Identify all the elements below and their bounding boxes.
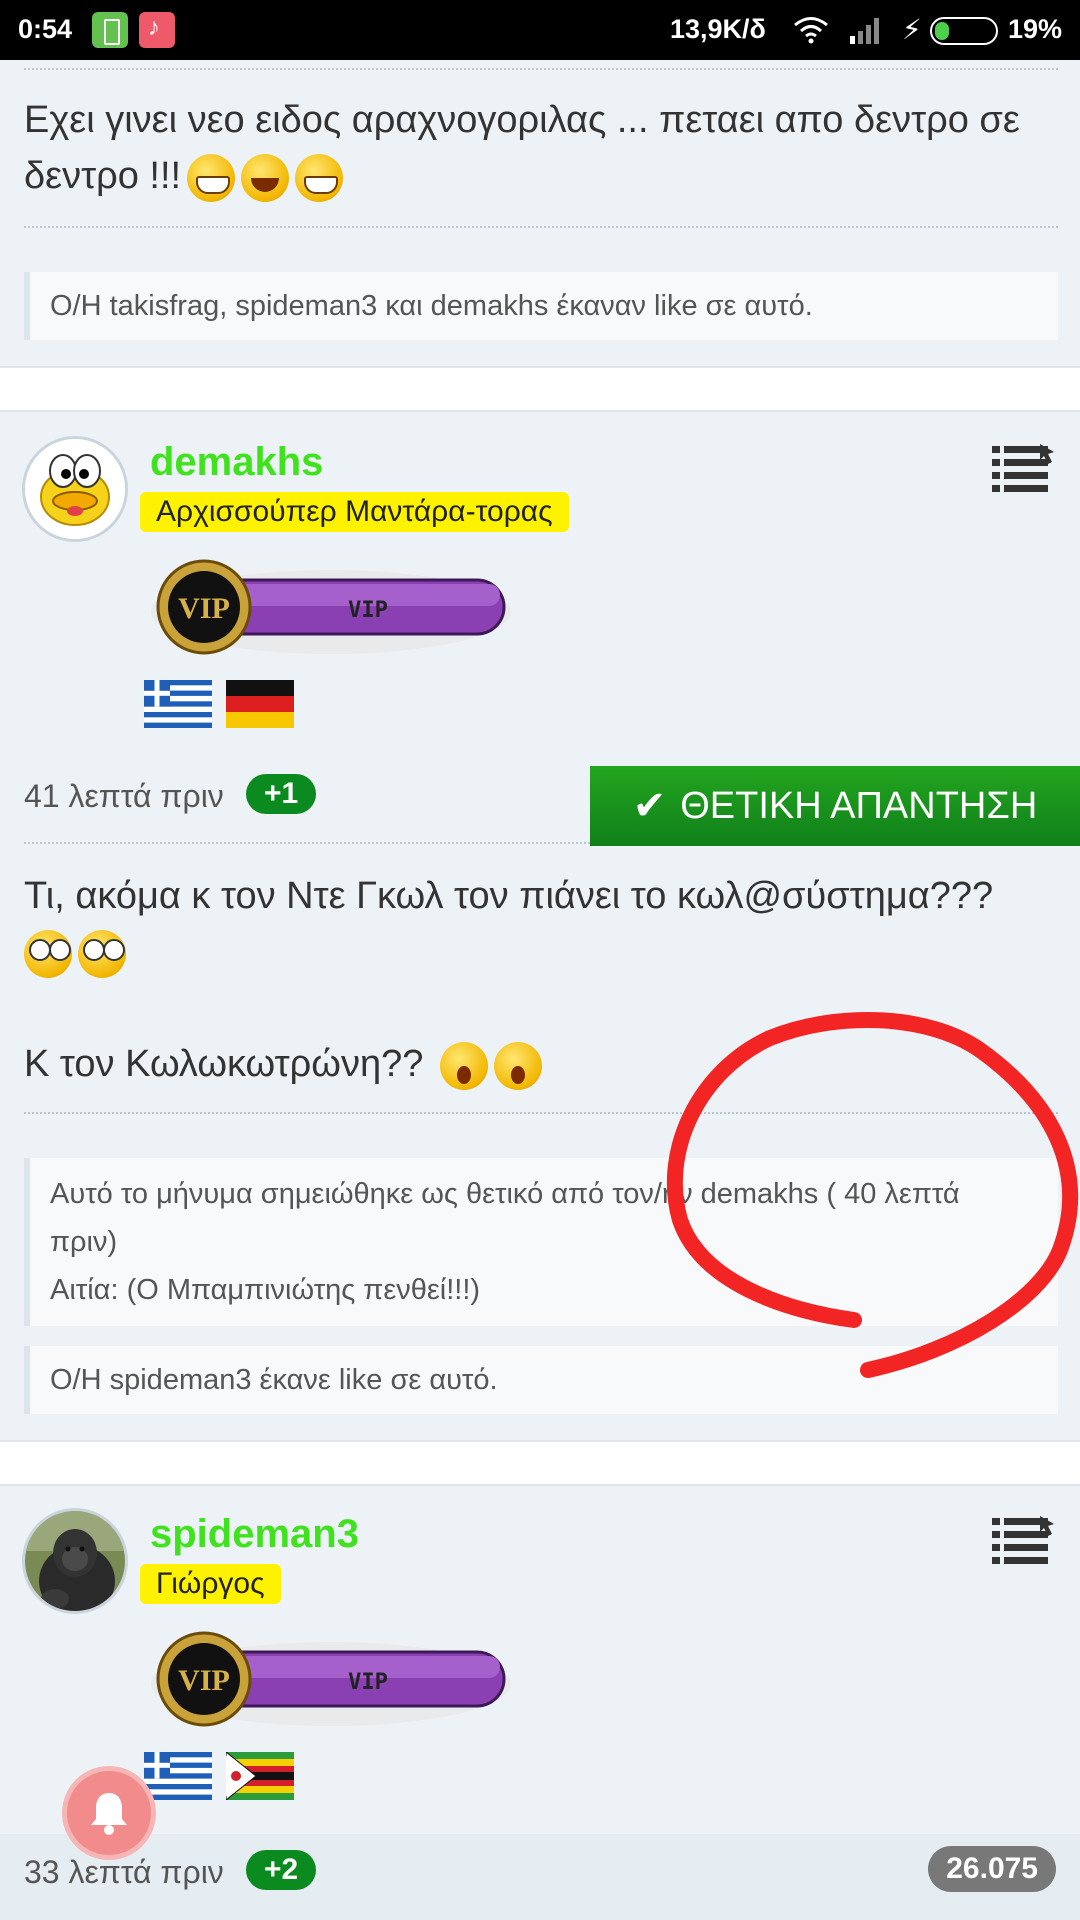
divider <box>24 68 1058 70</box>
charging-icon: ⚡ <box>902 14 922 45</box>
music-app-icon <box>139 12 175 48</box>
vip-badge: VIP VIP <box>151 559 511 655</box>
signal-icon <box>850 18 879 44</box>
bell-icon <box>91 1793 127 1835</box>
likes-text[interactable]: Ο/Η spideman3 έκανε like σε αυτό. <box>50 1364 498 1396</box>
network-speed: 13,9K/δ <box>670 14 766 44</box>
flag-greece-icon <box>144 1752 212 1800</box>
avatar[interactable] <box>22 436 128 542</box>
post-3: spideman3 Γιώργος VIP VIP 33 λεπτά πριν … <box>0 1484 1080 1920</box>
check-icon: ✔ <box>632 784 667 828</box>
svg-text:VIP: VIP <box>178 592 230 625</box>
battery-icon <box>930 17 998 45</box>
vip-badge: VIP VIP <box>151 1631 511 1727</box>
shocked-emoji-icon <box>493 1041 542 1090</box>
post-time: 33 λεπτά πριν <box>24 1854 224 1890</box>
reputation-plus-badge: +2 <box>246 1850 317 1890</box>
divider <box>24 226 1058 228</box>
post-message: Εχει γινει νεο ειδος αραχνογοριλας ... π… <box>24 92 1054 204</box>
svg-text:VIP: VIP <box>348 1670 388 1695</box>
likes-text[interactable]: Ο/Η takisfrag, spideman3 και demakhs έκα… <box>50 290 813 322</box>
notification-bell-button[interactable] <box>62 1766 156 1860</box>
user-title-badge: Αρχισσούπερ Μαντάρα-τορας <box>140 492 569 532</box>
status-bar: 0:54 13,9K/δ ⚡ 19% <box>0 0 1080 60</box>
clock: 0:54 <box>18 14 73 44</box>
avatar[interactable] <box>22 1508 128 1614</box>
duck-avatar-icon <box>25 439 125 539</box>
post-time: 41 λεπτά πριν <box>24 778 224 814</box>
post-menu-icon[interactable] <box>992 1514 1058 1566</box>
positive-answer-button[interactable]: ✔ ΘΕΤΙΚΗ ΑΠΑΝΤΗΣΗ <box>590 766 1080 846</box>
grin-emoji-icon <box>187 153 236 202</box>
svg-text:VIP: VIP <box>178 1664 230 1697</box>
eyes-emoji-icon <box>78 929 126 978</box>
divider <box>24 842 590 844</box>
reputation-plus-badge: +1 <box>246 774 317 814</box>
flag-zimbabwe-icon <box>226 1752 294 1800</box>
flag-germany-icon <box>226 680 294 728</box>
username[interactable]: demakhs <box>150 440 323 485</box>
flag-greece-icon <box>144 680 212 728</box>
post-menu-icon[interactable] <box>992 442 1058 494</box>
svg-text:VIP: VIP <box>348 598 388 623</box>
shocked-emoji-icon <box>439 1041 488 1090</box>
battery-app-icon <box>92 12 128 48</box>
tongue-emoji-icon <box>241 153 290 202</box>
red-circle-annotation <box>666 1011 1078 1378</box>
username[interactable]: spideman3 <box>150 1512 359 1557</box>
wifi-icon <box>794 17 828 44</box>
user-title-badge: Γιώργος <box>140 1564 281 1604</box>
battery-percent: 19% <box>1008 14 1063 44</box>
likes-box: Ο/Η takisfrag, spideman3 και demakhs έκα… <box>24 272 1058 340</box>
score-badge: 26.075 <box>928 1846 1056 1892</box>
post-1: Εχει γινει νεο ειδος αραχνογοριλας ... π… <box>0 60 1080 368</box>
gorilla-avatar-icon <box>25 1511 125 1611</box>
eyes-emoji-icon <box>24 929 72 978</box>
grin-emoji-icon <box>295 153 344 202</box>
